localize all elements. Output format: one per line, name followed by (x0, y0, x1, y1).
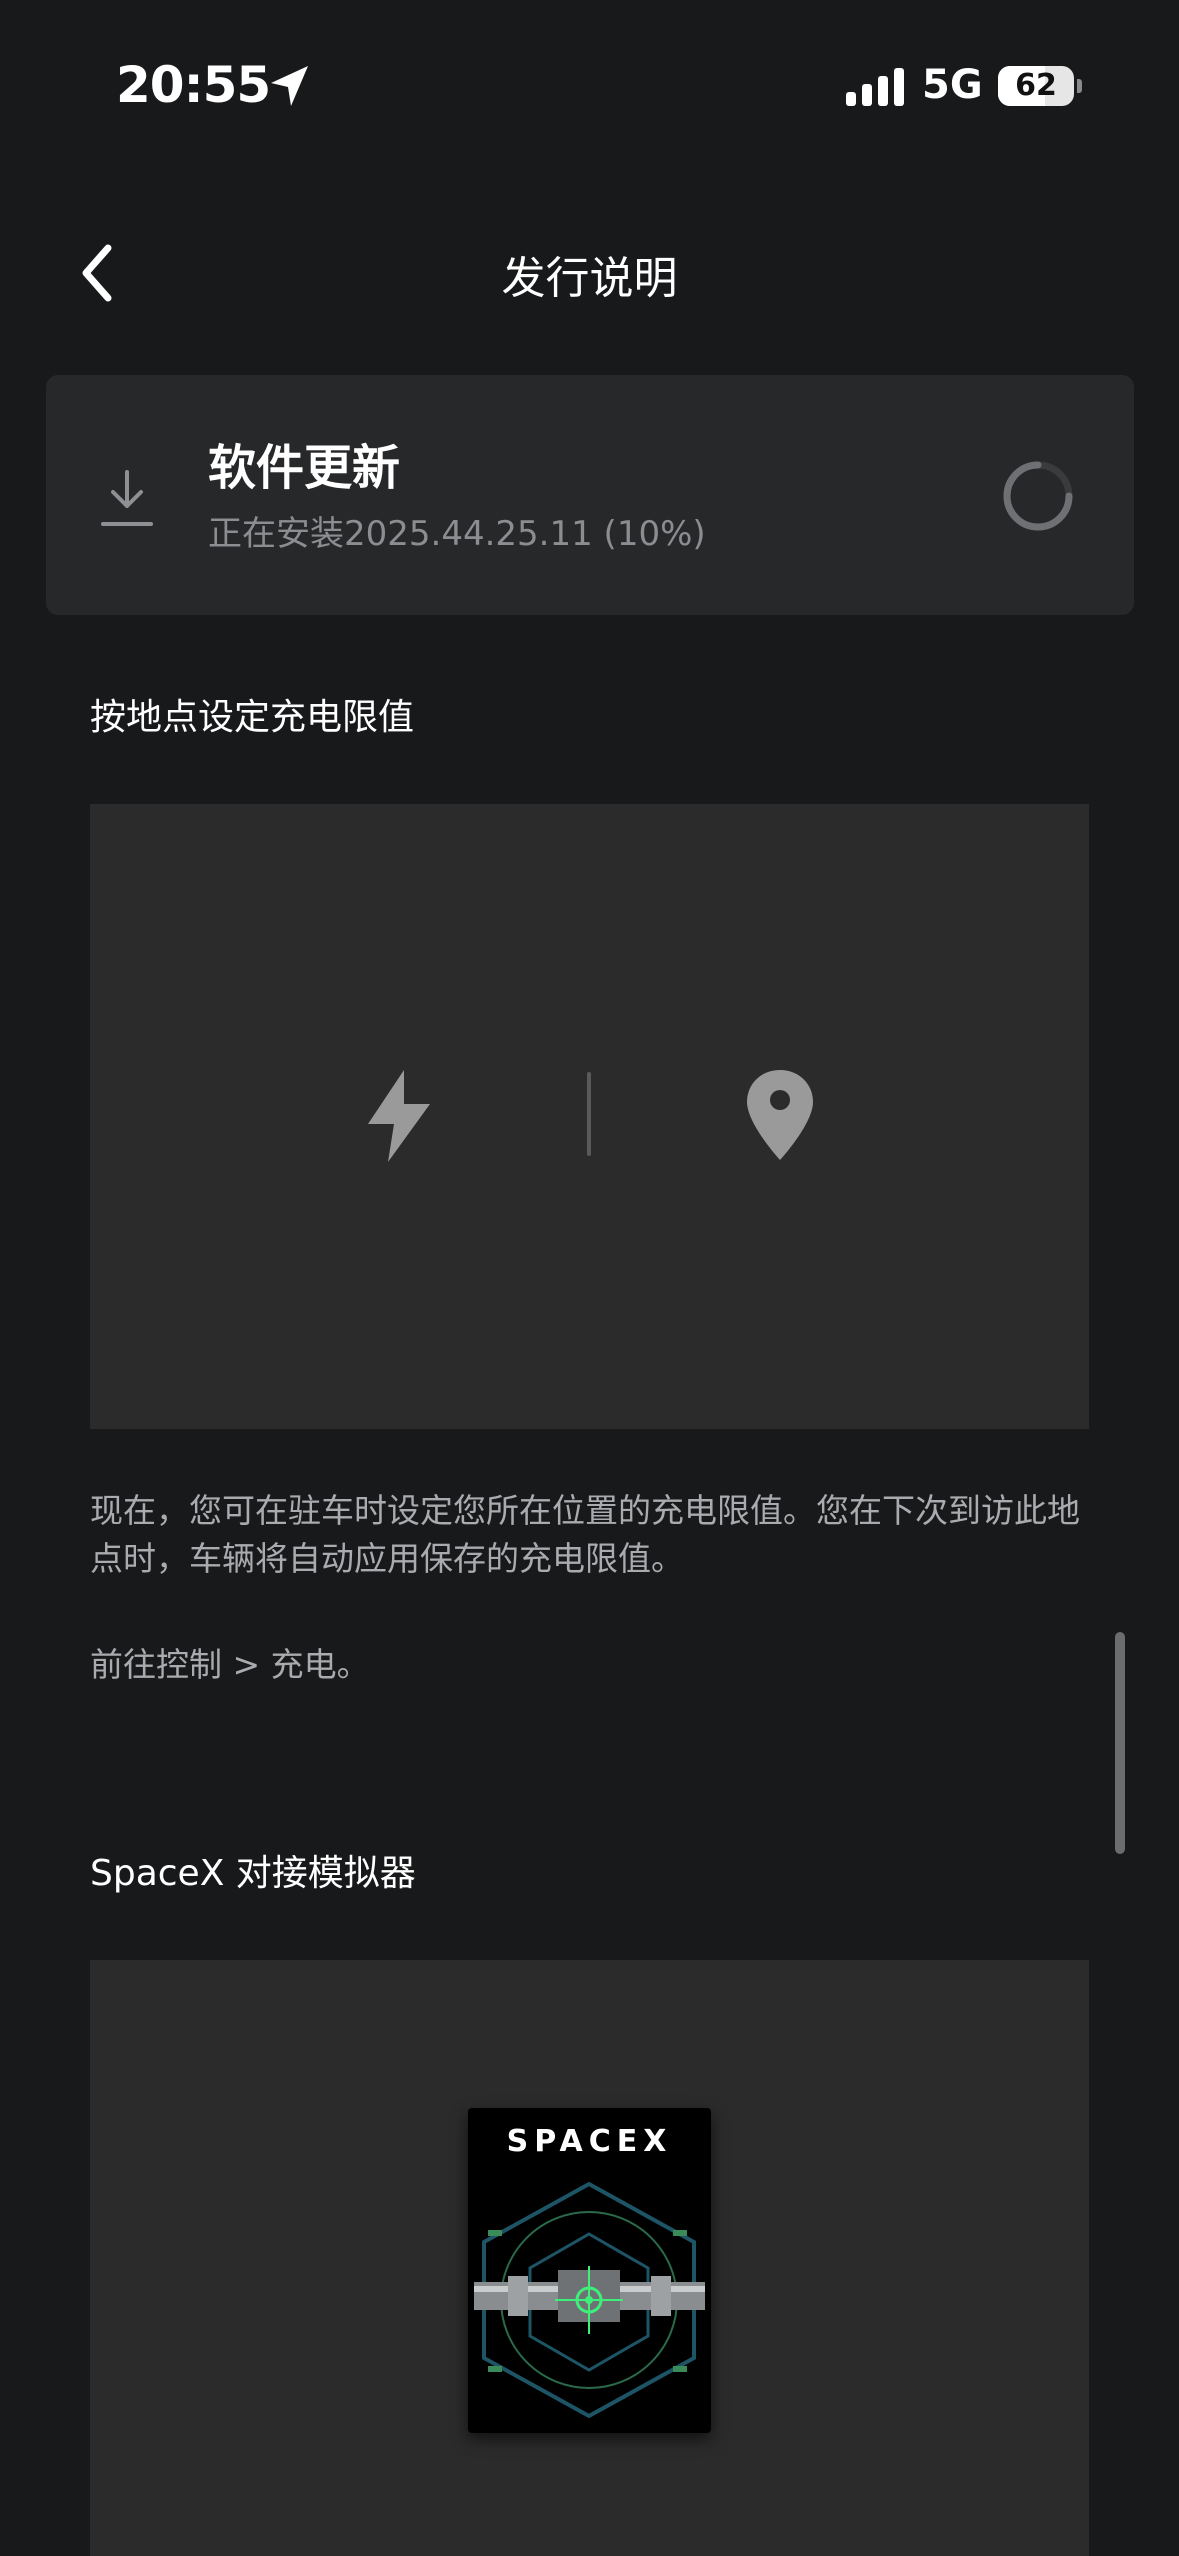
map-pin-icon (747, 1070, 813, 1160)
update-status: 正在安装2025.44.25.11 (10%) (208, 514, 706, 554)
battery-level: 62 (1015, 68, 1057, 103)
charge-limit-description: 现在，您可在驻车时设定您所在位置的充电限值。您在下次到访此地点时，车辆将自动应用… (90, 1491, 1080, 1578)
release-notes-screen: 20:55 5G 62 发行说明 软件更新 正在安装2025.44.25.11 … (0, 0, 1179, 2556)
location-arrow-icon (271, 66, 308, 106)
docking-hud-image (474, 2181, 705, 2419)
battery-cap (1077, 79, 1082, 93)
download-icon (101, 470, 153, 526)
charge-limit-hint: 前往控制 > 充电。 (90, 1645, 370, 1684)
update-title: 软件更新 (208, 440, 401, 496)
page-title: 发行说明 (501, 253, 678, 304)
network-type: 5G (922, 62, 983, 108)
bolt-icon (368, 1070, 430, 1162)
scrollbar[interactable] (1115, 1632, 1125, 1854)
cellular-signal-icon (846, 68, 904, 106)
loading-spinner-icon (1003, 461, 1073, 531)
status-time: 20:55 (116, 56, 271, 114)
media-divider (587, 1072, 591, 1156)
section-heading-charge-limit: 按地点设定充电限值 (90, 697, 415, 738)
spacex-logo: SPACEX (506, 2124, 673, 2159)
spacex-simulator-poster: SPACEX (468, 2108, 711, 2433)
battery-icon: 62 (998, 66, 1074, 106)
section-heading-spacex: SpaceX 对接模拟器 (90, 1853, 416, 1894)
